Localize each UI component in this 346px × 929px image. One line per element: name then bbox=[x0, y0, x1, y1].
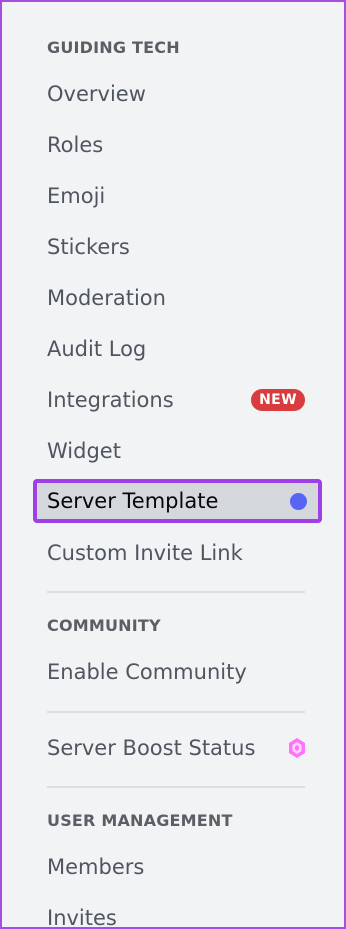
sidebar-item-label: Overview bbox=[47, 82, 146, 106]
sidebar-item-emoji[interactable]: Emoji bbox=[34, 177, 318, 215]
sidebar-item-label: Server Boost Status bbox=[47, 736, 256, 760]
sidebar-item-label: Emoji bbox=[47, 184, 106, 208]
sidebar-item-integrations[interactable]: Integrations NEW bbox=[34, 381, 318, 419]
new-badge: NEW bbox=[251, 389, 305, 411]
sidebar-item-label: Audit Log bbox=[47, 337, 147, 361]
sidebar-item-stickers[interactable]: Stickers bbox=[34, 228, 318, 266]
section-header-guiding-tech: GUIDING TECH bbox=[47, 38, 180, 57]
sidebar-item-overview[interactable]: Overview bbox=[34, 75, 318, 113]
sidebar-item-label: Enable Community bbox=[47, 660, 247, 684]
sidebar-item-server-template[interactable]: Server Template bbox=[33, 479, 322, 523]
divider bbox=[47, 591, 305, 593]
sidebar-item-label: Custom Invite Link bbox=[47, 541, 243, 565]
sidebar-item-label: Server Template bbox=[47, 489, 219, 513]
section-header-user-management: USER MANAGEMENT bbox=[47, 811, 233, 830]
sidebar-item-invites[interactable]: Invites bbox=[34, 899, 318, 929]
sidebar-item-label: Stickers bbox=[47, 235, 130, 259]
settings-sidebar: GUIDING TECH Overview Roles Emoji Sticke… bbox=[0, 0, 346, 929]
sidebar-item-members[interactable]: Members bbox=[34, 848, 318, 886]
sidebar-item-label: Members bbox=[47, 855, 145, 879]
dot-indicator-icon bbox=[290, 492, 307, 510]
boost-gem-icon bbox=[288, 737, 306, 759]
sidebar-item-moderation[interactable]: Moderation bbox=[34, 279, 318, 317]
sidebar-item-label: Integrations bbox=[47, 388, 174, 412]
sidebar-item-custom-invite-link[interactable]: Custom Invite Link bbox=[34, 534, 318, 572]
divider bbox=[47, 786, 305, 788]
sidebar-item-label: Roles bbox=[47, 133, 104, 157]
sidebar-item-label: Invites bbox=[47, 906, 117, 929]
sidebar-item-audit-log[interactable]: Audit Log bbox=[34, 330, 318, 368]
sidebar-item-widget[interactable]: Widget bbox=[34, 432, 318, 470]
divider bbox=[47, 711, 305, 713]
sidebar-item-server-boost-status[interactable]: Server Boost Status bbox=[34, 729, 318, 767]
section-header-community: COMMUNITY bbox=[47, 616, 161, 635]
sidebar-item-enable-community[interactable]: Enable Community bbox=[34, 653, 318, 691]
sidebar-item-label: Widget bbox=[47, 439, 121, 463]
sidebar-item-label: Moderation bbox=[47, 286, 166, 310]
sidebar-item-roles[interactable]: Roles bbox=[34, 126, 318, 164]
